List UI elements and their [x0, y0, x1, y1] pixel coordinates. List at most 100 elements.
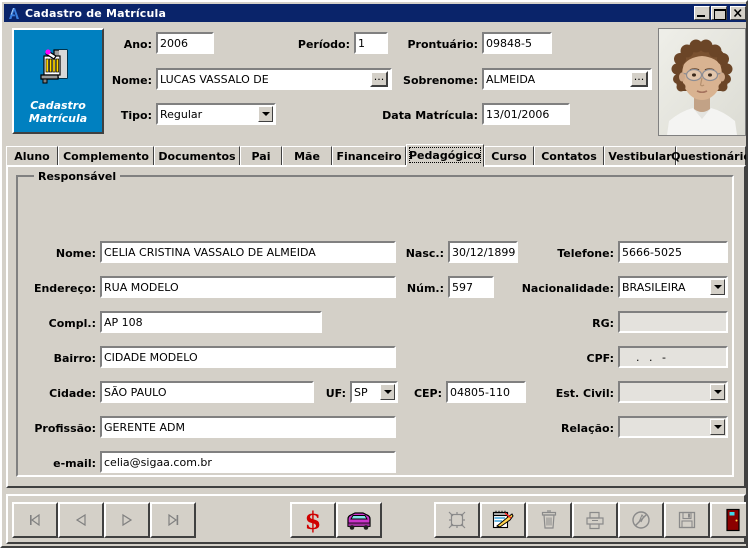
nome-field[interactable]: LUCAS VASSALO DE — [156, 68, 392, 90]
close-button[interactable] — [730, 6, 746, 20]
chevron-down-icon[interactable] — [258, 106, 273, 122]
tab-aluno[interactable]: Aluno — [6, 146, 58, 166]
resp-telefone-label: Telefone: — [557, 247, 614, 260]
edit-notepad-icon — [492, 510, 514, 529]
student-photo — [658, 28, 746, 136]
resp-uf-value: SP — [354, 385, 368, 399]
financial-button[interactable]: $ — [290, 502, 336, 538]
tipo-combobox[interactable]: Regular — [156, 103, 276, 125]
new-record-button[interactable] — [434, 502, 480, 538]
tab-focus-ring — [409, 147, 481, 163]
data-matricula-label: Data Matrícula: — [382, 109, 478, 122]
window-controls — [694, 6, 746, 20]
title-bar[interactable]: Cadastro de Matrícula — [4, 4, 746, 22]
minimize-button[interactable] — [694, 6, 710, 20]
resp-relacao-combobox[interactable] — [618, 416, 728, 438]
resp-uf-label: UF: — [325, 387, 346, 400]
resp-cidade-label: Cidade: — [49, 387, 96, 400]
resp-num-field[interactable]: 597 — [448, 276, 494, 298]
tab-financeiro[interactable]: Financeiro — [332, 146, 406, 166]
resp-relacao-label: Relação: — [560, 422, 614, 435]
resp-telefone-field[interactable]: 5666-5025 — [618, 241, 728, 263]
save-button[interactable] — [664, 502, 710, 538]
tab-bar: Aluno Complemento Documentos Pai Mãe Fin… — [6, 144, 746, 167]
first-record-icon — [30, 513, 40, 527]
resp-endereco-label: Endereço: — [33, 282, 96, 295]
resp-nome-label: Nome: — [55, 247, 96, 260]
tab-vestibular[interactable]: Vestibular — [604, 146, 676, 166]
resp-endereco-field[interactable]: RUA MODELO — [100, 276, 396, 298]
resp-nome-field[interactable]: CELIA CRISTINA VASSALO DE ALMEIDA — [100, 241, 396, 263]
tab-pedagogico[interactable]: Pedagógico — [406, 144, 484, 167]
data-matricula-field[interactable]: 13/01/2006 — [482, 103, 570, 125]
ano-field[interactable]: 2006 — [156, 32, 214, 54]
cancel-circle-icon — [632, 511, 650, 529]
tab-complemento[interactable]: Complemento — [58, 146, 154, 166]
maximize-button[interactable] — [711, 6, 727, 20]
tab-documentos[interactable]: Documentos — [154, 146, 240, 166]
resp-rg-field[interactable] — [618, 311, 728, 333]
chevron-down-icon[interactable] — [380, 384, 395, 400]
module-logo-line2: Matrícula — [28, 112, 88, 125]
next-record-button[interactable] — [104, 502, 150, 538]
resp-compl-field[interactable]: AP 108 — [100, 311, 322, 333]
floppy-save-icon — [678, 511, 696, 529]
responsavel-groupbox-title: Responsável — [34, 170, 121, 183]
tab-content-pedagogico: Responsável Nome: CELIA CRISTINA VASSALO… — [6, 165, 746, 488]
chevron-down-icon[interactable] — [710, 384, 725, 400]
prontuario-field[interactable]: 09848-5 — [482, 32, 552, 54]
resp-profissao-field[interactable]: GERENTE ADM — [100, 416, 396, 438]
delete-record-button[interactable] — [526, 502, 572, 538]
tipo-label: Tipo: — [120, 109, 152, 122]
resp-nacionalidade-value: BRASILEIRA — [622, 280, 686, 294]
resp-cpf-label: CPF: — [586, 352, 614, 365]
resp-nacionalidade-combobox[interactable]: BRASILEIRA — [618, 276, 728, 298]
tipo-combobox-value: Regular — [160, 107, 203, 121]
tab-pai[interactable]: Pai — [240, 146, 282, 166]
ano-label: Ano: — [123, 38, 152, 51]
resp-nasc-label: Nasc.: — [405, 247, 444, 260]
resp-est-civil-combobox[interactable] — [618, 381, 728, 403]
last-record-button[interactable] — [150, 502, 196, 538]
resp-rg-label: RG: — [592, 317, 614, 330]
edit-record-button[interactable] — [480, 502, 526, 538]
resp-compl-label: Compl.: — [48, 317, 96, 330]
resp-email-field[interactable]: celia@sigaa.com.br — [100, 451, 396, 473]
resp-uf-combobox[interactable]: SP — [350, 381, 398, 403]
module-logo: Cadastro Matrícula — [12, 28, 104, 134]
cancel-button[interactable] — [618, 502, 664, 538]
resp-cpf-field[interactable]: . . - — [618, 346, 728, 368]
register-writing-icon — [34, 42, 82, 90]
exit-door-icon — [726, 508, 740, 532]
tab-questionario[interactable]: Questionário — [671, 146, 746, 166]
next-record-icon — [122, 513, 133, 527]
print-button[interactable] — [572, 502, 618, 538]
resp-cidade-field[interactable]: SÃO PAULO — [100, 381, 314, 403]
sobrenome-label: Sobrenome: — [403, 74, 478, 87]
transport-button[interactable] — [336, 502, 382, 538]
tab-mae[interactable]: Mãe — [282, 146, 332, 166]
previous-record-button[interactable] — [58, 502, 104, 538]
exit-button[interactable] — [710, 502, 746, 538]
resp-email-label: e-mail: — [53, 457, 96, 470]
sobrenome-field[interactable]: ALMEIDA — [482, 68, 652, 90]
sobrenome-browse-button[interactable]: ... — [630, 71, 648, 87]
resp-bairro-label: Bairro: — [53, 352, 96, 365]
printer-icon — [586, 511, 604, 530]
new-record-icon — [448, 511, 466, 529]
nome-browse-button[interactable]: ... — [370, 71, 388, 87]
record-toolbar: $ — [6, 494, 746, 544]
responsavel-groupbox: Responsável Nome: CELIA CRISTINA VASSALO… — [16, 170, 734, 477]
resp-bairro-field[interactable]: CIDADE MODELO — [100, 346, 396, 368]
chevron-down-icon[interactable] — [710, 419, 725, 435]
window-title: Cadastro de Matrícula — [25, 6, 167, 20]
chevron-down-icon[interactable] — [710, 279, 725, 295]
tab-contatos[interactable]: Contatos — [534, 146, 604, 166]
tab-curso[interactable]: Curso — [484, 146, 534, 166]
first-record-button[interactable] — [12, 502, 58, 538]
resp-nasc-field[interactable]: 30/12/1899 — [448, 241, 518, 263]
resp-cep-label: CEP: — [413, 387, 442, 400]
resp-cep-field[interactable]: 04805-110 — [446, 381, 526, 403]
app-icon — [6, 6, 22, 21]
periodo-field[interactable]: 1 — [354, 32, 388, 54]
